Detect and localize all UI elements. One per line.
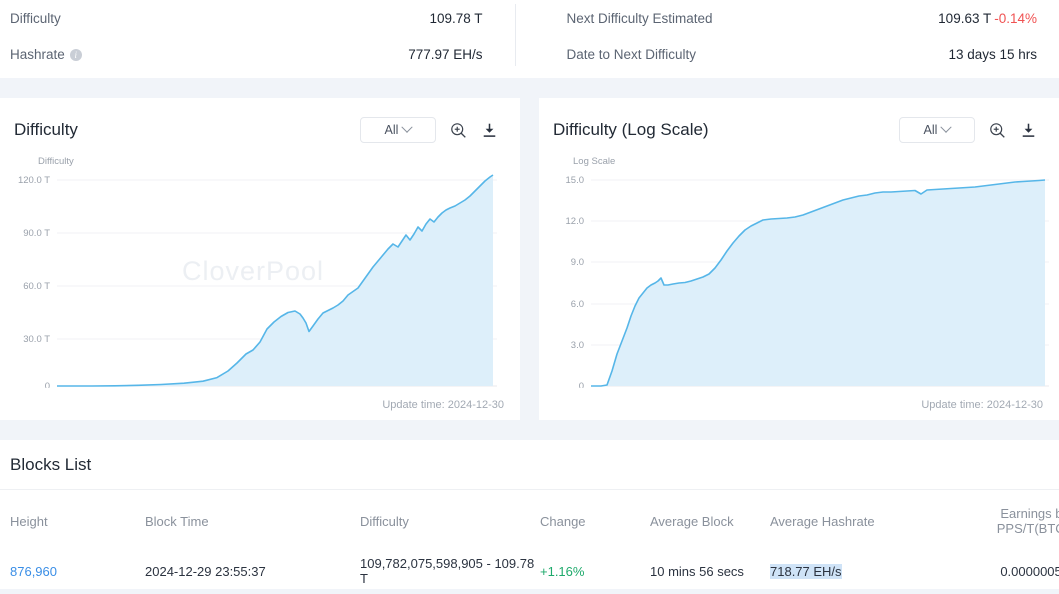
chart-area-difficulty-log	[591, 180, 1045, 386]
chart-title-difficulty-log: Difficulty (Log Scale)	[553, 120, 709, 140]
next-difficulty-delta: -0.14%	[994, 11, 1037, 26]
chart-header-difficulty-log: Difficulty (Log Scale) All	[539, 98, 1059, 148]
summary-label-difficulty: Difficulty	[10, 11, 61, 26]
cell-difficulty: 109,782,075,598,905 - 109.78 T	[360, 548, 540, 594]
summary-row-date-next-difficulty: Date to Next Difficulty 13 days 15 hrs	[545, 36, 1059, 72]
svg-text:90.0 T: 90.0 T	[23, 228, 50, 239]
column-header-earnings[interactable]: Earnings by PPS/T(BTC)	[930, 490, 1059, 548]
charts-row: Difficulty All	[0, 98, 1059, 420]
zoom-in-icon[interactable]	[989, 122, 1006, 139]
table-row[interactable]: 876,960 2024-12-29 23:55:37 109,782,075,…	[0, 548, 1059, 594]
chart-title-difficulty: Difficulty	[14, 120, 78, 140]
chart-update-time-difficulty-log: Update time: 2024-12-30	[921, 399, 1043, 411]
blocks-list-card: Blocks List Height Block Time Difficulty…	[0, 440, 1059, 589]
svg-text:30.0 T: 30.0 T	[23, 334, 50, 345]
cell-height: 876,960	[0, 548, 145, 594]
svg-text:0: 0	[579, 381, 584, 388]
column-header-block-time[interactable]: Block Time	[145, 490, 360, 548]
chart-card-difficulty: Difficulty All	[0, 98, 520, 420]
summary-row-next-difficulty: Next Difficulty Estimated 109.63 T-0.14%	[545, 0, 1059, 36]
summary-card: Difficulty 109.78 T Hashrate i 777.97 EH…	[0, 0, 1059, 78]
blocks-table: Height Block Time Difficulty Change Aver…	[0, 490, 1059, 594]
summary-row-difficulty: Difficulty 109.78 T	[0, 0, 515, 36]
range-select-label: All	[385, 123, 399, 137]
summary-row-hashrate: Hashrate i 777.97 EH/s	[0, 36, 515, 72]
column-header-average-block[interactable]: Average Block	[650, 490, 770, 548]
summary-column-right: Next Difficulty Estimated 109.63 T-0.14%…	[515, 0, 1059, 78]
block-height-link[interactable]: 876,960	[10, 564, 57, 579]
svg-text:120.0 T: 120.0 T	[18, 175, 50, 186]
blocks-table-body: 876,960 2024-12-29 23:55:37 109,782,075,…	[0, 548, 1059, 594]
blocks-table-head: Height Block Time Difficulty Change Aver…	[0, 490, 1059, 548]
column-header-difficulty[interactable]: Difficulty	[360, 490, 540, 548]
summary-value-date-next-difficulty: 13 days 15 hrs	[948, 47, 1037, 62]
range-select-label: All	[924, 123, 938, 137]
summary-value-hashrate: 777.97 EH/s	[408, 47, 482, 62]
cell-average-block: 10 mins 56 secs	[650, 548, 770, 594]
chevron-down-icon	[402, 122, 413, 133]
zoom-in-icon[interactable]	[450, 122, 467, 139]
svg-text:12.0: 12.0	[566, 216, 585, 227]
summary-label-date-next-difficulty: Date to Next Difficulty	[567, 47, 697, 62]
chart-plot-difficulty-log: 15.0 12.0 9.0 6.0 3.0 0 CloverPool 2010-…	[539, 148, 1059, 388]
change-value: +1.16%	[540, 564, 584, 579]
summary-label-hashrate: Hashrate i	[10, 47, 82, 62]
svg-text:6.0: 6.0	[571, 299, 584, 310]
svg-text:9.0: 9.0	[571, 257, 584, 268]
average-hashrate-value: 718.77 EH/s	[770, 564, 842, 579]
chart-tools-difficulty-log: All	[899, 117, 1037, 143]
chart-plot-difficulty: 120.0 T 90.0 T 60.0 T 30.0 T 0 CloverPoo…	[0, 148, 520, 388]
next-difficulty-amount: 109.63 T	[938, 11, 991, 26]
range-select-difficulty[interactable]: All	[360, 117, 436, 143]
svg-text:CloverPool: CloverPool	[182, 256, 324, 286]
table-header-row: Height Block Time Difficulty Change Aver…	[0, 490, 1059, 548]
svg-text:60.0 T: 60.0 T	[23, 281, 50, 292]
download-icon[interactable]	[481, 122, 498, 139]
cell-average-hashrate: 718.77 EH/s	[770, 548, 930, 594]
summary-column-left: Difficulty 109.78 T Hashrate i 777.97 EH…	[0, 0, 515, 78]
svg-text:3.0: 3.0	[571, 340, 584, 351]
svg-text:0: 0	[45, 381, 50, 388]
info-icon[interactable]: i	[70, 49, 82, 61]
chevron-down-icon	[941, 122, 952, 133]
column-header-average-hashrate[interactable]: Average Hashrate	[770, 490, 930, 548]
column-header-change[interactable]: Change	[540, 490, 650, 548]
summary-value-difficulty: 109.78 T	[429, 11, 482, 26]
blocks-list-title: Blocks List	[0, 440, 1059, 475]
chart-card-difficulty-log: Difficulty (Log Scale) All	[539, 98, 1059, 420]
chart-header-difficulty: Difficulty All	[0, 98, 520, 148]
cell-earnings: 0.00000057	[930, 548, 1059, 594]
summary-value-next-difficulty: 109.63 T-0.14%	[938, 11, 1037, 26]
summary-label-next-difficulty: Next Difficulty Estimated	[567, 11, 713, 26]
cell-change: +1.16%	[540, 548, 650, 594]
chart-tools-difficulty: All	[360, 117, 498, 143]
column-header-height[interactable]: Height	[0, 490, 145, 548]
chart-update-time-difficulty: Update time: 2024-12-30	[382, 399, 504, 411]
difficulty-dashboard: Difficulty 109.78 T Hashrate i 777.97 EH…	[0, 0, 1059, 589]
download-icon[interactable]	[1020, 122, 1037, 139]
range-select-difficulty-log[interactable]: All	[899, 117, 975, 143]
summary-label-hashrate-text: Hashrate	[10, 47, 65, 62]
svg-text:15.0: 15.0	[566, 175, 585, 186]
cell-block-time: 2024-12-29 23:55:37	[145, 548, 360, 594]
